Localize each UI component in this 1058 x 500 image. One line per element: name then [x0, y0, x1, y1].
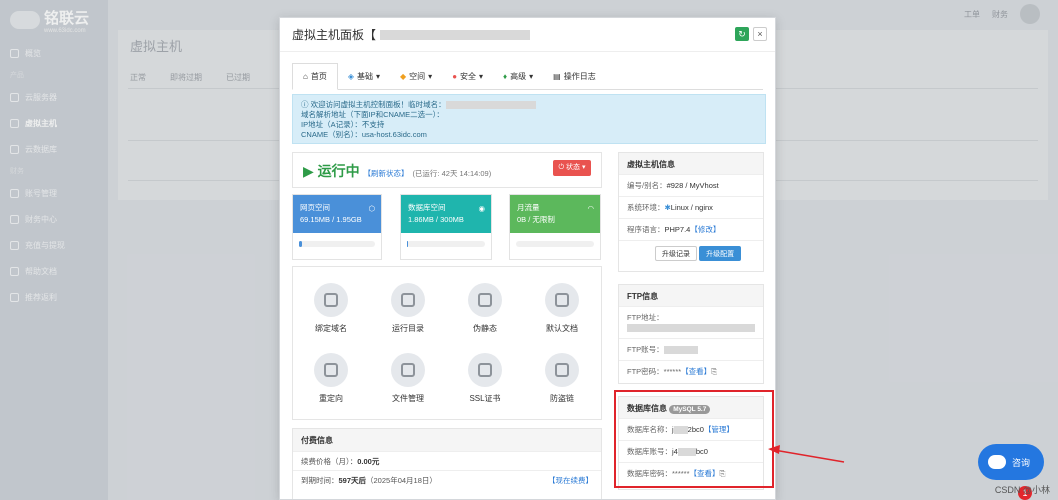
tab-space[interactable]: ◆ 空间 ▾: [390, 63, 442, 89]
modal-title: 虚拟主机面板【: [292, 28, 377, 42]
fee-expire-row: 到期时间：597天后（2025年04月18日） 【现在续费】: [293, 470, 601, 489]
sliders-icon: [314, 353, 348, 387]
ftp-info-panel: FTP信息 FTP地址： FTP账号： FTP密码：******【查看】⎘: [618, 284, 764, 384]
info-icon: ⓘ: [301, 100, 311, 109]
info-notice: ⓘ 欢迎访问虚拟主机控制面板！临时域名： 域名解析地址（下面IP和CNAME二选…: [292, 94, 766, 144]
copy-icon[interactable]: ⎘: [711, 367, 717, 376]
file-manager-button[interactable]: 文件管理: [378, 353, 438, 404]
hotlink-button[interactable]: 防盗链: [532, 353, 592, 404]
highlight-box: [614, 390, 774, 488]
tab-basic[interactable]: ◈ 基础 ▾: [338, 63, 390, 89]
tool-grid: 绑定域名 运行目录 伪静态 默认文档 重定向 文件管理 SSL证书 防盗链: [292, 266, 602, 420]
shield-icon: [391, 283, 425, 317]
refresh-status-link[interactable]: 【刷新状态】: [364, 169, 409, 178]
chevron-down-icon: ▾: [479, 71, 484, 81]
file-icon: ▤: [553, 71, 561, 81]
default-doc-button[interactable]: 默认文档: [532, 283, 592, 334]
tab-advanced[interactable]: ♦ 高级 ▾: [493, 63, 543, 89]
progress-bar: [407, 241, 485, 247]
chevron-down-icon: ▾: [376, 71, 381, 81]
chevron-down-icon: ▾: [529, 71, 534, 81]
refresh-icon[interactable]: ↻: [735, 27, 749, 41]
chat-icon: [988, 455, 1006, 469]
tab-security[interactable]: ● 安全 ▾: [442, 63, 493, 89]
wifi-icon: ◠: [587, 204, 594, 213]
run-directory-button[interactable]: 运行目录: [378, 283, 438, 334]
layers-icon: ◈: [347, 71, 354, 81]
diamond-icon: ♦: [503, 71, 508, 81]
chevron-down-icon: ▾: [428, 71, 433, 81]
renew-link[interactable]: 【现在续费】: [548, 475, 593, 486]
fee-title: 付费信息: [293, 429, 601, 451]
arrow-annotation: [768, 445, 845, 463]
database-icon: ◉: [478, 204, 485, 213]
run-status-box: ▶ 运行中 【刷新状态】 (已运行: 42天 14:14:09) ⏻ 状态 ▾: [292, 152, 602, 188]
redacted-ftp-addr: [627, 324, 755, 333]
redacted-ftp-account: [663, 346, 698, 355]
state-dropdown-button[interactable]: ⏻ 状态 ▾: [553, 160, 591, 176]
globe-icon: [314, 283, 348, 317]
redirect-button[interactable]: 重定向: [301, 353, 361, 404]
home-icon: [545, 283, 579, 317]
document-icon: [468, 283, 502, 317]
uptime: (已运行: 42天 14:14:09): [412, 169, 492, 178]
ssl-button[interactable]: SSL证书: [455, 353, 515, 404]
progress-bar: [299, 241, 375, 247]
bind-domain-button[interactable]: 绑定域名: [301, 283, 361, 334]
run-status: ▶ 运行中 【刷新状态】 (已运行: 42天 14:14:09): [303, 163, 492, 179]
consult-button[interactable]: 咨询: [978, 444, 1044, 480]
modify-php-link[interactable]: 【修改】: [690, 225, 720, 234]
upgrade-config-button[interactable]: 升级配置: [699, 246, 742, 261]
rewrite-button[interactable]: 伪静态: [455, 283, 515, 334]
traffic-card: 月流量 0B / 无限制 ◠: [509, 194, 601, 260]
upgrade-log-button[interactable]: 升级记录: [655, 246, 697, 261]
redacted-temp-domain: [445, 101, 536, 110]
web-space-card: 网页空间 69.15MB / 1.95GB ⬡: [292, 194, 382, 260]
tab-log[interactable]: ▤ 操作日志: [543, 63, 606, 89]
tab-home[interactable]: ⌂ 首页: [292, 63, 338, 90]
shield-icon: ●: [452, 71, 458, 81]
cube-icon: ⬡: [368, 204, 375, 213]
modal-header: 虚拟主机面板【: [280, 18, 775, 52]
host-info-panel: 虚拟主机信息 编号/别名：#928 / MyVhost 系统环境：✱Linux …: [618, 152, 764, 272]
redacted-domain: [380, 29, 531, 40]
shield-check-icon: [468, 353, 502, 387]
close-icon[interactable]: ×: [753, 27, 767, 41]
cube-icon: ◆: [400, 71, 407, 81]
view-ftp-password-link[interactable]: 【查看】: [681, 367, 711, 376]
watermark: CSDN @小林: [994, 485, 1050, 495]
modal-tabs: ⌂ 首页 ◈ 基础 ▾ ◆ 空间 ▾ ● 安全 ▾ ♦ 高级 ▾ ▤ 操作日志: [292, 62, 763, 90]
progress-bar: [516, 241, 594, 247]
home-icon: ⌂: [303, 72, 308, 81]
folder-icon: [391, 353, 425, 387]
fee-price-row: 续费价格（月）：0.00元: [293, 451, 601, 470]
fee-panel: 付费信息 续费价格（月）：0.00元 到期时间：597天后（2025年04月18…: [292, 428, 602, 499]
db-space-card: 数据库空间 1.86MB / 300MB ◉: [400, 194, 492, 260]
link-icon: [545, 353, 579, 387]
